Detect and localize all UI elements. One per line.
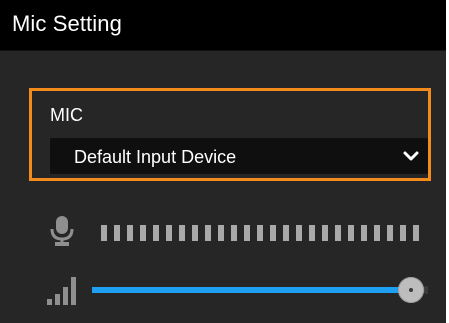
- mic-label: MIC: [50, 105, 83, 125]
- level-meter-segment: [374, 225, 380, 241]
- level-meter-segment: [296, 225, 302, 241]
- signal-bars-icon: [47, 277, 76, 305]
- level-meter-segment: [361, 225, 367, 241]
- level-meter-segment: [257, 225, 263, 241]
- level-meter-segment: [309, 225, 315, 241]
- level-meter-segment: [270, 225, 276, 241]
- input-device-select[interactable]: Default Input Device: [50, 138, 428, 174]
- volume-slider[interactable]: [92, 274, 428, 306]
- level-meter-segment: [153, 225, 159, 241]
- mic-setting-panel: Mic Setting MIC Default Input Device: [0, 0, 446, 323]
- selected-device-value: Default Input Device: [74, 147, 237, 167]
- level-meter-segment: [205, 225, 211, 241]
- panel-header: Mic Setting: [0, 0, 446, 51]
- level-meter-segment: [387, 225, 393, 241]
- level-meter-segment: [179, 225, 185, 241]
- level-meter-segment: [413, 225, 419, 241]
- level-meter-segment: [322, 225, 328, 241]
- volume-slider-fill: [92, 287, 411, 293]
- level-meter-segment: [244, 225, 250, 241]
- volume-slider-end: [425, 286, 428, 294]
- level-meter-segment: [192, 225, 198, 241]
- panel-title: Mic Setting: [12, 11, 122, 36]
- level-meter-segment: [218, 225, 224, 241]
- chevron-down-icon: [403, 151, 419, 161]
- microphone-icon: [50, 216, 74, 246]
- volume-slider-thumb[interactable]: [398, 277, 424, 303]
- level-meter-segment: [231, 225, 237, 241]
- level-meter-segment: [400, 225, 406, 241]
- level-meter-segment: [335, 225, 341, 241]
- input-level-meter: [101, 225, 419, 241]
- level-meter-segment: [283, 225, 289, 241]
- level-meter-segment: [348, 225, 354, 241]
- mic-selection-group: MIC Default Input Device: [29, 88, 431, 181]
- level-meter-segment: [140, 225, 146, 241]
- level-meter-segment: [101, 225, 107, 241]
- level-meter-segment: [114, 225, 120, 241]
- level-meter-segment: [127, 225, 133, 241]
- level-meter-segment: [166, 225, 172, 241]
